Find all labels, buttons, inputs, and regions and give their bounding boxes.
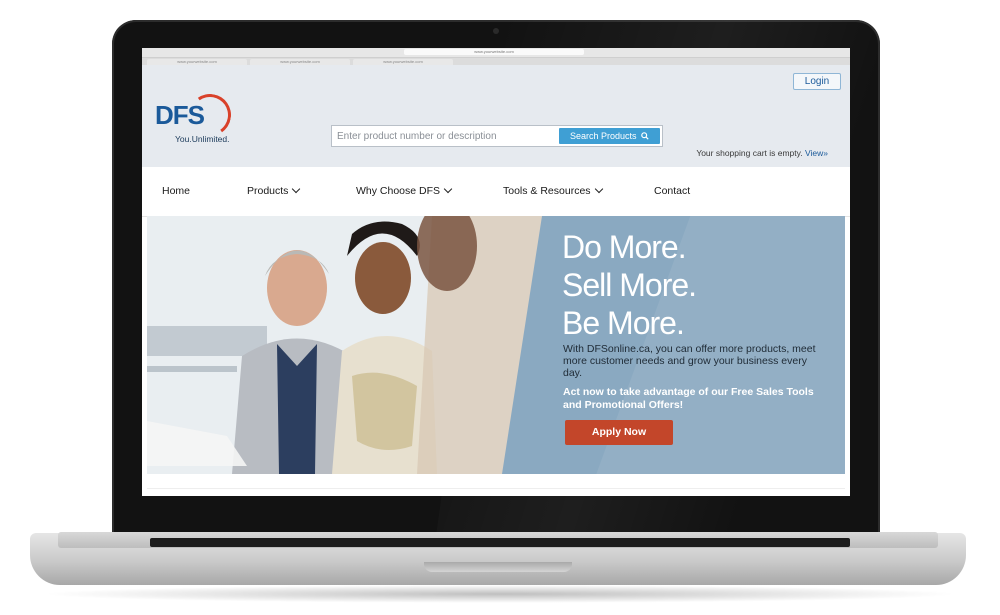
nav-item-label: Home bbox=[162, 185, 191, 197]
view-cart-link[interactable]: View» bbox=[805, 148, 828, 158]
nav-item-contact[interactable]: Contact bbox=[654, 185, 690, 197]
hero-body-text: With DFSonline.ca, you can offer more pr… bbox=[563, 343, 816, 379]
logo-wordmark: DFS bbox=[155, 100, 205, 130]
login-button[interactable]: Login bbox=[793, 73, 841, 90]
hero-photo-people bbox=[147, 216, 542, 474]
chevron-down-icon bbox=[594, 184, 603, 194]
search-icon bbox=[641, 132, 649, 140]
cart-status-text: Your shopping cart is empty. bbox=[696, 148, 803, 158]
nav-item-home[interactable]: Home bbox=[162, 185, 190, 197]
dfs-logo[interactable]: DFS You.Unlimited. bbox=[155, 90, 245, 144]
nav-item-label: Tools & Resources bbox=[503, 185, 591, 197]
nav-item-label: Contact bbox=[654, 185, 691, 197]
hero-diagonal-edge bbox=[502, 216, 542, 474]
apply-now-button[interactable]: Apply Now bbox=[565, 420, 673, 445]
laptop-shadow bbox=[40, 585, 960, 603]
hero-headline-line: Be More. bbox=[562, 305, 685, 341]
hero-banner: Do More. Sell More. Be More. With DFSonl… bbox=[147, 216, 845, 474]
laptop-lid-notch bbox=[424, 562, 572, 572]
browser-toolbar: www.yourwebsite.com bbox=[142, 48, 850, 63]
hero-headline-line: Do More. bbox=[562, 229, 687, 265]
nav-item-label: Why Choose DFS bbox=[356, 185, 441, 197]
cart-status: Your shopping cart is empty. View» bbox=[696, 148, 828, 158]
search-button-label: Search Products bbox=[569, 131, 637, 141]
nav-item-tools-resources[interactable]: Tools & Resources bbox=[503, 184, 603, 197]
webcam bbox=[493, 28, 499, 34]
chevron-down-icon bbox=[443, 184, 453, 194]
search-products-button[interactable]: Search Products bbox=[559, 128, 660, 144]
logo-tagline: You.Unlimited. bbox=[175, 134, 230, 144]
nav-item-products[interactable]: Products bbox=[247, 184, 301, 197]
chevron-down-icon bbox=[292, 184, 301, 194]
laptop-screen: www.yourwebsite.com www.yourwebsite.com … bbox=[142, 48, 850, 496]
hero-offer-text: Act now to take advantage of our Free Sa… bbox=[563, 386, 814, 411]
hero-headline: Do More. Sell More. Be More. bbox=[562, 228, 697, 342]
hero-promo-panel: Do More. Sell More. Be More. With DFSonl… bbox=[542, 216, 845, 474]
divider bbox=[147, 488, 845, 489]
search-bar: Search Products bbox=[331, 125, 663, 147]
address-bar[interactable]: www.yourwebsite.com bbox=[404, 49, 584, 55]
nav-item-label: Products bbox=[247, 185, 289, 197]
hero-headline-line: Sell More. bbox=[562, 267, 697, 303]
nav-item-why-choose-dfs[interactable]: Why Choose DFS bbox=[356, 184, 453, 197]
hero-photo-illustration bbox=[147, 216, 542, 474]
search-input[interactable] bbox=[332, 126, 567, 146]
main-nav: Home Products Why Choose DFS Tools & Res… bbox=[142, 167, 850, 217]
laptop-hinge bbox=[150, 538, 850, 547]
site-header: DFS You.Unlimited. Login Search Products… bbox=[142, 65, 850, 167]
